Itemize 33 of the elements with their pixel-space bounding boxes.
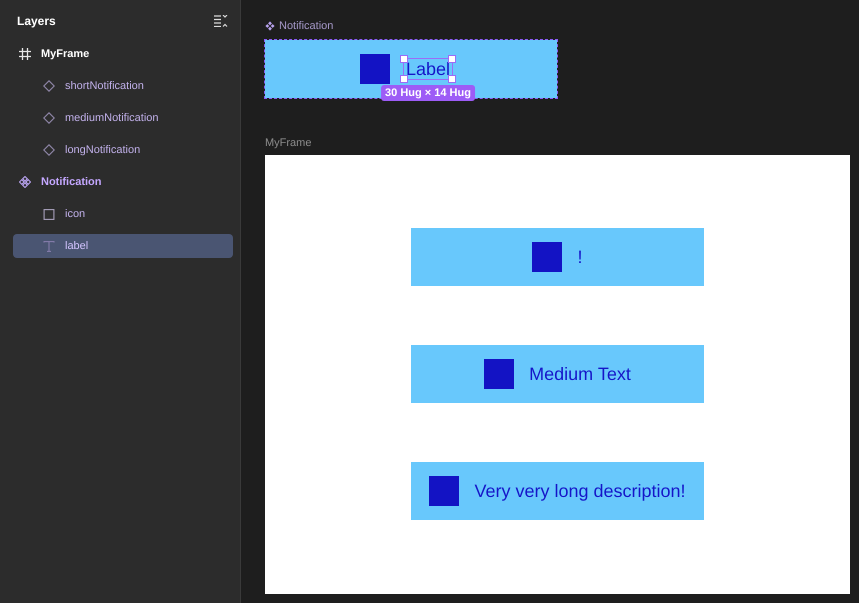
notification[interactable]: Very very long description! (411, 462, 704, 520)
collapse-list-icon[interactable] (214, 15, 228, 27)
layer-item[interactable]: Notification (13, 170, 233, 194)
component-icon (19, 176, 31, 188)
size-badge: 30 Hug × 14 Hug (381, 85, 475, 101)
notification[interactable]: Medium Text (411, 345, 704, 403)
resize-handle[interactable] (400, 55, 408, 63)
diamond-icon (43, 144, 55, 156)
diamond-icon (43, 112, 55, 124)
layer-item[interactable]: longNotification (13, 138, 233, 162)
resize-handle[interactable] (448, 55, 456, 63)
icon-square (429, 476, 460, 506)
component-icon (265, 21, 275, 31)
layer-item[interactable]: mediumNotification (13, 106, 233, 130)
icon-square (532, 242, 562, 272)
component-title[interactable]: Notification (279, 20, 334, 32)
notification-component[interactable]: Label 30 Hug × 14 Hug (265, 40, 557, 98)
rectangle-icon (43, 208, 55, 220)
diamond-icon (43, 80, 55, 92)
layer-item[interactable]: label (13, 234, 233, 258)
layer-item[interactable]: shortNotification (13, 74, 233, 98)
resize-handle[interactable] (448, 75, 456, 83)
panel-title: Layers (17, 14, 56, 28)
icon-square (360, 54, 390, 84)
text-icon (43, 240, 55, 252)
layer-item[interactable]: icon (13, 202, 233, 226)
notification-label[interactable]: Label (404, 59, 452, 79)
notification[interactable]: ! (411, 228, 704, 286)
frame-icon (19, 48, 31, 60)
frame-title[interactable]: MyFrame (265, 137, 851, 151)
icon-square (484, 359, 514, 389)
resize-handle[interactable] (400, 75, 408, 83)
layer-item[interactable]: MyFrame (13, 42, 233, 66)
